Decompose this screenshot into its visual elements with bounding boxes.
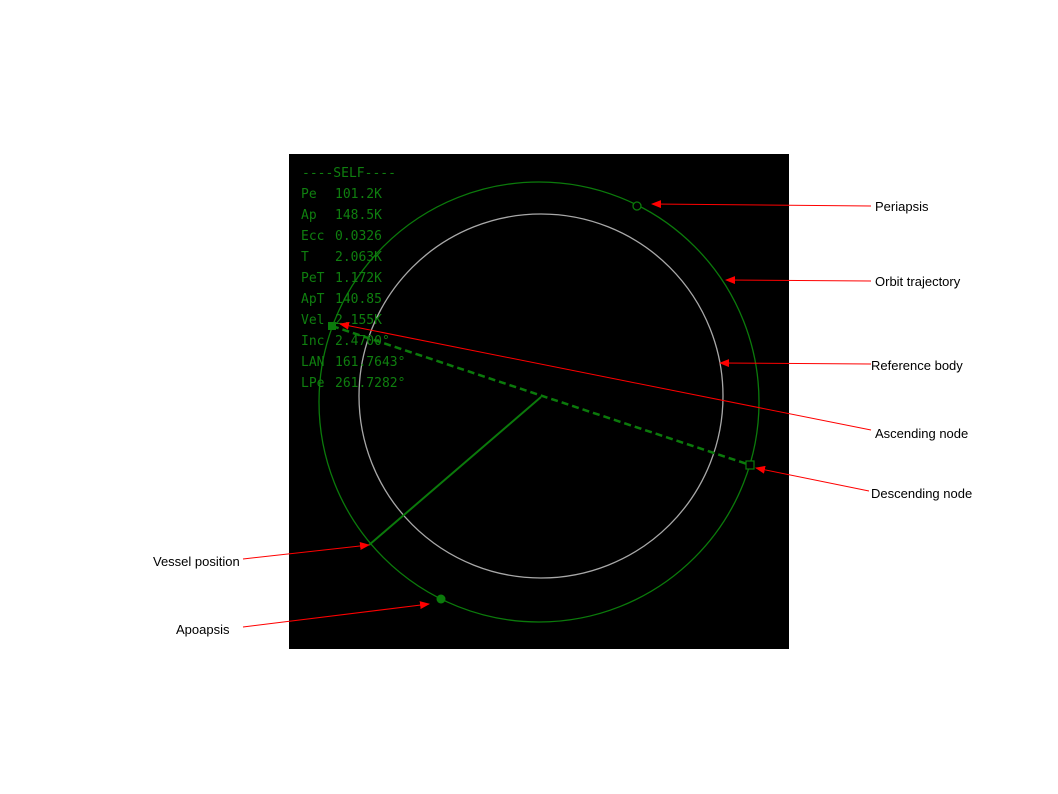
readout-key-apt: ApT <box>301 292 325 307</box>
orbit-trajectory-label: Orbit trajectory <box>875 274 961 289</box>
vessel-position-label: Vessel position <box>153 554 240 569</box>
readout-key-ecc: Ecc <box>301 229 324 244</box>
apoapsis-marker <box>436 594 446 604</box>
readout-key-lan: LAN <box>301 355 324 370</box>
readout-key-vel: Vel <box>301 313 324 328</box>
readout-key-pet: PeT <box>301 271 325 286</box>
readout-value-ap: 148.5K <box>335 208 382 223</box>
readout-header: ----SELF---- <box>302 166 396 181</box>
descending-node-label: Descending node <box>871 486 972 501</box>
readout-value-lan: 161.7643° <box>335 355 405 370</box>
orbit-diagram: ----SELF---- Pe 101.2K Ap 148.5K Ecc 0.0… <box>153 154 972 649</box>
readout-value-lpe: 261.7282° <box>335 376 405 391</box>
readout-key-lpe: LPe <box>301 376 325 391</box>
descending-node-marker <box>745 460 755 470</box>
readout-value-ecc: 0.0326 <box>335 229 382 244</box>
periapsis-marker <box>632 201 642 211</box>
ascending-node-label: Ascending node <box>875 426 968 441</box>
apoapsis-label: Apoapsis <box>176 622 230 637</box>
readout-value-pet: 1.172K <box>335 271 382 286</box>
readout-key-inc: Inc <box>301 334 324 349</box>
readout-value-apt: 140.85 <box>335 292 382 307</box>
readout-value-t: 2.063K <box>335 250 382 265</box>
readout-value-vel: 2.155K <box>335 313 382 328</box>
readout-value-pe: 101.2K <box>335 187 382 202</box>
readout-key-pe: Pe <box>301 187 317 202</box>
readout-key-ap: Ap <box>301 208 317 223</box>
readout-key-t: T <box>301 250 309 265</box>
periapsis-label: Periapsis <box>875 199 929 214</box>
readout-value-inc: 2.4700° <box>335 334 390 349</box>
reference-body-label: Reference body <box>871 358 963 373</box>
